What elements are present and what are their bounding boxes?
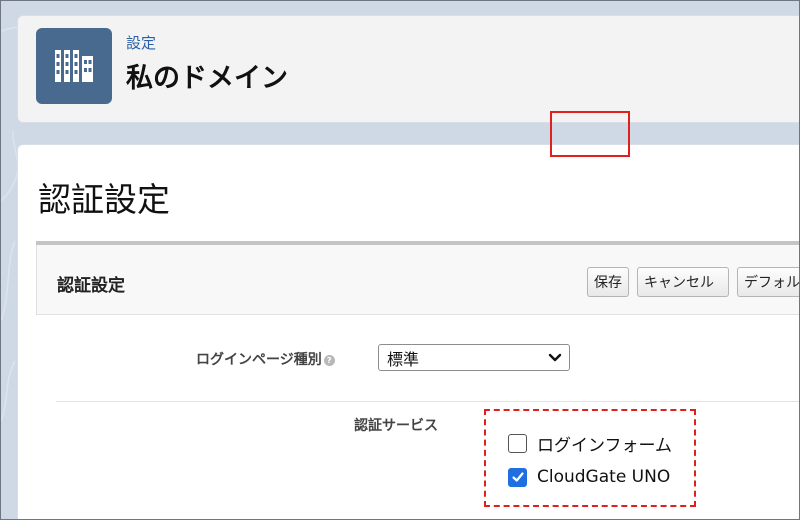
- default-button[interactable]: デフォルト: [737, 267, 799, 297]
- check-icon: [511, 472, 524, 482]
- panel-header: 認証設定 保存 キャンセル デフォルト: [36, 245, 799, 315]
- auth-option-login-form[interactable]: ログインフォーム: [508, 431, 672, 456]
- login-page-type-row: ログインページ種別?: [196, 349, 335, 369]
- auth-service-highlight: [484, 409, 696, 507]
- save-button-highlight: [550, 111, 630, 157]
- building-icon: [36, 28, 112, 104]
- cloudgate-checkbox[interactable]: [508, 467, 527, 487]
- option-label: ログインフォーム: [537, 436, 672, 456]
- option-label: CloudGate UNO: [537, 467, 671, 487]
- login-form-checkbox[interactable]: [508, 434, 527, 453]
- help-icon[interactable]: ?: [323, 354, 335, 366]
- auth-service-label: 認証サービス: [354, 418, 438, 434]
- auth-option-cloudgate[interactable]: CloudGate UNO: [508, 467, 670, 487]
- main-content: 認証設定 認証設定 保存 キャンセル デフォルト ログインページ種別? 標準 認…: [17, 144, 799, 519]
- divider: [56, 401, 799, 402]
- auth-settings-panel: 認証設定 保存 キャンセル デフォルト ログインページ種別? 標準 認証サービス…: [36, 241, 799, 519]
- select-value: 標準: [387, 349, 420, 369]
- chevron-down-icon: [548, 353, 562, 362]
- page-title: 私のドメイン: [126, 63, 288, 94]
- login-page-type-label: ログインページ種別: [196, 352, 322, 368]
- screenshot-frame: 設定 私のドメイン 認証設定 認証設定 保存 キャンセル デフォルト ログインペ…: [0, 0, 800, 520]
- page-header: 設定 私のドメイン: [17, 15, 799, 123]
- save-button[interactable]: 保存: [587, 267, 629, 297]
- login-page-type-select[interactable]: 標準: [378, 344, 570, 371]
- section-title: 認証設定: [38, 180, 170, 219]
- cancel-button[interactable]: キャンセル: [637, 267, 729, 297]
- panel-title: 認証設定: [57, 276, 125, 296]
- breadcrumb[interactable]: 設定: [126, 32, 156, 53]
